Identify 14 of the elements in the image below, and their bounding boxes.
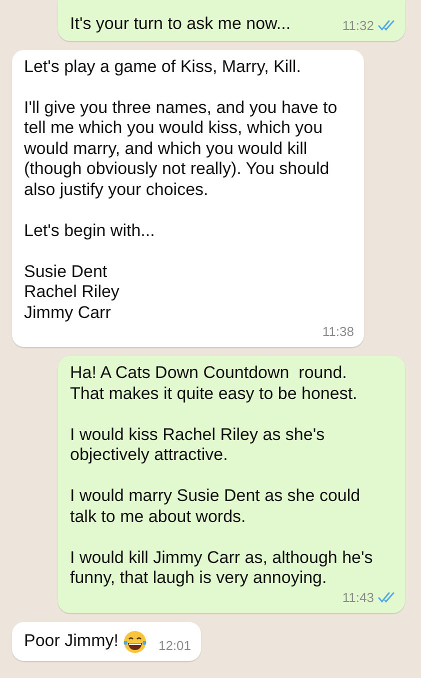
message-text: I would marry Susie Dent as she could talk to me about words. [70, 486, 362, 527]
message-time: 11:32 [342, 16, 374, 34]
message-text: Let's begin with... [24, 220, 156, 241]
message-text: It's your turn to ask me now... [70, 14, 291, 34]
message-time: 12:01 [158, 636, 192, 654]
message-text: I'll give you three names, and you have to tell me which you would kiss, which you would marry, and which you would kill (though obviously not really). You should also justify your choices. [24, 98, 338, 200]
message-time: 11:38 [322, 323, 354, 341]
message-text: Ha! A Cats Down Countdown round. That makes it quite easy to be honest. [70, 363, 358, 404]
message-text: I would kill Jimmy Carr as, although he's funny, that laugh is very annoying. [70, 548, 374, 588]
message-text: Poor Jimmy! [24, 631, 118, 652]
message-time: 11:43 [342, 588, 374, 606]
message-text: I would kiss Rachel Riley as she's objectively attractive. [70, 424, 326, 466]
message-text: Let's play a game of Kiss, Marry, Kill. [24, 56, 302, 77]
message-text: Susie Dent Rachel Riley Jimmy Carr [24, 262, 120, 323]
